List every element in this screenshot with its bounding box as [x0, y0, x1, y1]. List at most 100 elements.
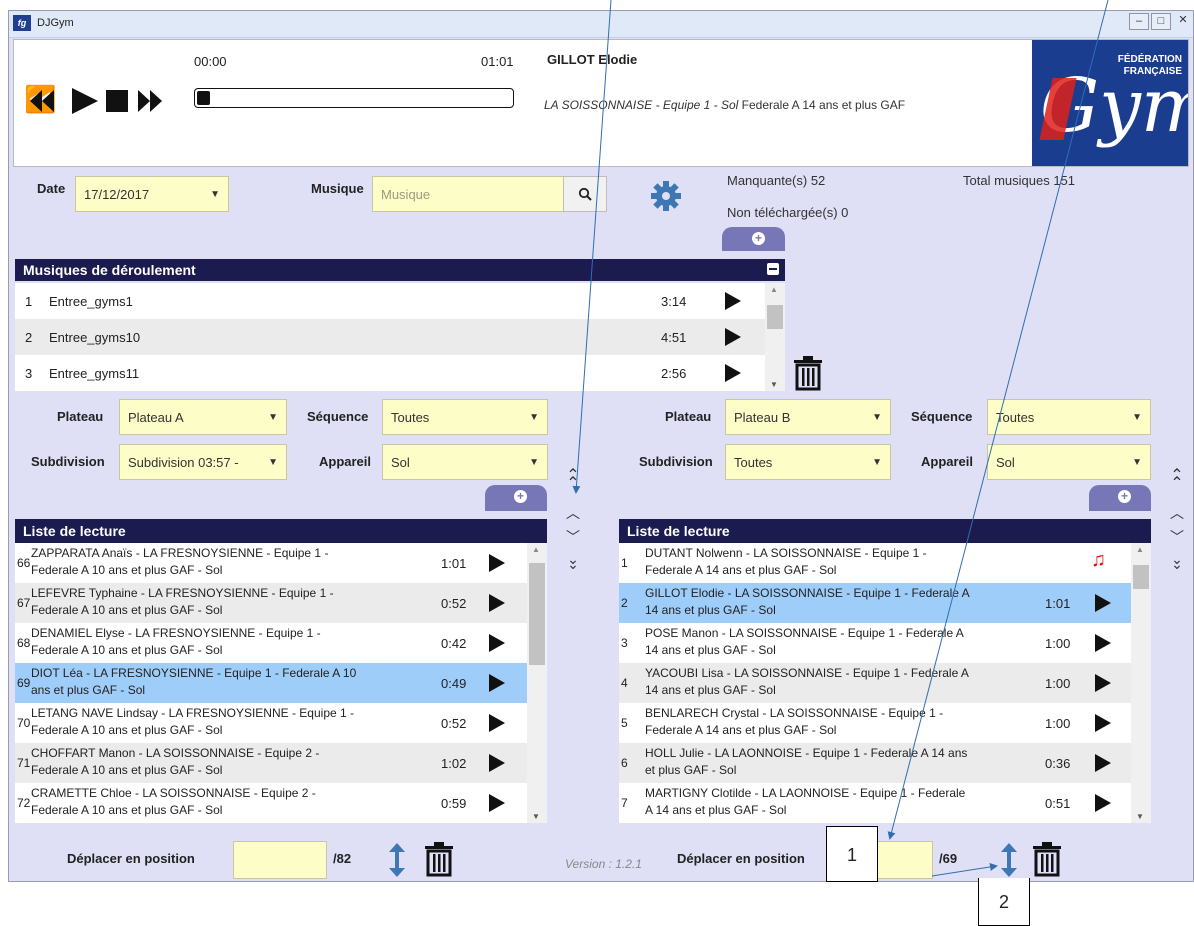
- playlist-row[interactable]: 2 GILLOT Elodie - LA SOISSONNAISE - Equip…: [619, 583, 1131, 623]
- right-add-tab[interactable]: +: [1089, 485, 1151, 511]
- playlist-row[interactable]: 3 POSE Manon - LA SOISSONNAISE - Equipe 1…: [619, 623, 1131, 663]
- maximize-button[interactable]: □: [1151, 13, 1171, 30]
- deroulement-row[interactable]: 1 Entree_gyms1 3:14: [15, 283, 765, 319]
- play-icon[interactable]: [1095, 594, 1111, 612]
- playlist-row[interactable]: 69 DIOT Léa - LA FRESNOYSIENNE - Equipe 1…: [15, 663, 527, 703]
- add-deroulement-tab[interactable]: +: [722, 227, 785, 251]
- move-top-icon[interactable]: ⌃ ⌃: [563, 465, 583, 505]
- deroulement-row[interactable]: 2 Entree_gyms10 4:51: [15, 319, 765, 355]
- play-icon[interactable]: [1095, 794, 1111, 812]
- right-sequence-select[interactable]: Toutes ▼: [987, 399, 1151, 435]
- playlist-row[interactable]: 4 YACOUBI Lisa - LA SOISSONNAISE - Equipe…: [619, 663, 1131, 703]
- close-button[interactable]: ✕: [1173, 13, 1193, 30]
- move-bottom-icon[interactable]: ⌄ ⌄: [563, 551, 583, 585]
- playlist-row[interactable]: 6 HOLL Julie - LA LAONNOISE - Equipe 1 - …: [619, 743, 1131, 783]
- play-icon[interactable]: [725, 292, 741, 310]
- play-icon[interactable]: [489, 674, 505, 692]
- scroll-up-icon[interactable]: ▲: [770, 285, 778, 294]
- left-trash-icon[interactable]: [423, 841, 455, 877]
- right-trash-icon[interactable]: [1031, 841, 1063, 877]
- date-select[interactable]: 17/12/2017 ▼: [75, 176, 229, 212]
- playlist-row[interactable]: 70 LETANG NAVE Lindsay - LA FRESNOYSIENNE…: [15, 703, 527, 743]
- left-subdivision-select[interactable]: Subdivision 03:57 - ▼: [119, 444, 287, 480]
- row-subtitle: ans et plus GAF - Sol: [31, 683, 146, 697]
- play-icon[interactable]: [725, 328, 741, 346]
- right-scrollbar[interactable]: ▲ ▼: [1131, 543, 1151, 823]
- scroll-down-icon[interactable]: ▼: [770, 380, 778, 389]
- row-duration: 0:49: [441, 676, 467, 691]
- play-icon[interactable]: [489, 554, 505, 572]
- trash-icon[interactable]: [792, 355, 824, 391]
- gear-icon[interactable]: [649, 179, 683, 213]
- left-position-input[interactable]: [233, 841, 327, 879]
- play-icon[interactable]: [1095, 754, 1111, 772]
- deroulement-row[interactable]: 3 Entree_gyms11 2:56: [15, 355, 765, 391]
- right-move-top-icon[interactable]: ⌃ ⌃: [1167, 465, 1187, 505]
- row-number: 67: [17, 596, 31, 610]
- play-icon[interactable]: [489, 634, 505, 652]
- row-duration: 0:36: [1045, 756, 1071, 771]
- left-scrollbar[interactable]: ▲ ▼: [527, 543, 547, 823]
- collapse-icon[interactable]: [767, 263, 779, 275]
- playlist-row[interactable]: 5 BENLARECH Crystal - LA SOISSONNAISE - E…: [619, 703, 1131, 743]
- scroll-thumb[interactable]: [1133, 565, 1149, 589]
- music-search-input[interactable]: Musique: [372, 176, 564, 212]
- scroll-down-icon[interactable]: ▼: [1136, 812, 1144, 821]
- minimize-button[interactable]: –: [1129, 13, 1149, 30]
- play-icon[interactable]: [1095, 674, 1111, 692]
- scroll-up-icon[interactable]: ▲: [532, 545, 540, 554]
- left-move-vertical-icon[interactable]: [389, 843, 405, 877]
- play-icon[interactable]: [489, 594, 505, 612]
- chevron-down-icon: ▼: [268, 456, 278, 468]
- missing-count: Manquante(s) 52: [727, 173, 826, 188]
- play-icon[interactable]: [1095, 634, 1111, 652]
- right-move-vertical-icon[interactable]: [1001, 843, 1017, 877]
- play-icon[interactable]: [1095, 714, 1111, 732]
- scroll-up-icon[interactable]: ▲: [1136, 545, 1144, 554]
- progress-bar[interactable]: [194, 88, 514, 108]
- scroll-down-icon[interactable]: ▼: [532, 812, 540, 821]
- right-move-up-icon[interactable]: ︿: [1167, 503, 1187, 523]
- play-icon[interactable]: [489, 714, 505, 732]
- playlist-row[interactable]: 68 DENAMIEL Elyse - LA FRESNOYSIENNE - Eq…: [15, 623, 527, 663]
- row-subtitle: Federale A 10 ans et plus GAF - Sol: [31, 723, 223, 737]
- music-note-icon: ♫: [1091, 549, 1106, 571]
- row-title: GILLOT Elodie - LA SOISSONNAISE - Equipe…: [645, 586, 970, 600]
- row-title: ZAPPARATA Anaïs - LA FRESNOYSIENNE - Equ…: [31, 546, 329, 560]
- audio-player: 00:00 01:01 ⏪ GILLOT Elodie LA SOISSONNA…: [13, 39, 1189, 167]
- deroulement-scrollbar[interactable]: ▲ ▼: [765, 283, 785, 391]
- right-subdivision-label: Subdivision: [639, 454, 713, 469]
- date-value: 17/12/2017: [84, 186, 150, 202]
- left-appareil-select[interactable]: Sol ▼: [382, 444, 548, 480]
- stop-icon: [106, 90, 128, 112]
- current-detail-rest: Federale A 14 ans et plus GAF: [738, 98, 906, 112]
- chevron-down-icon: ▼: [872, 456, 882, 468]
- right-subdivision-select[interactable]: Toutes ▼: [725, 444, 891, 480]
- playlist-row[interactable]: 71 CHOFFART Manon - LA SOISSONNAISE - Equ…: [15, 743, 527, 783]
- left-sequence-select[interactable]: Toutes ▼: [382, 399, 548, 435]
- scroll-thumb[interactable]: [767, 305, 783, 329]
- scroll-thumb[interactable]: [529, 563, 545, 665]
- playlist-row[interactable]: 72 CRAMETTE Chloe - LA SOISSONNAISE - Equ…: [15, 783, 527, 823]
- search-button[interactable]: [563, 176, 607, 212]
- playlist-row[interactable]: 7 MARTIGNY Clotilde - LA LAONNOISE - Equi…: [619, 783, 1131, 823]
- right-plateau-select[interactable]: Plateau B ▼: [725, 399, 891, 435]
- progress-fill: [197, 91, 210, 105]
- right-move-bottom-icon[interactable]: ⌄ ⌄: [1167, 551, 1187, 585]
- play-icon[interactable]: [489, 794, 505, 812]
- right-move-down-icon[interactable]: ﹀: [1167, 527, 1187, 547]
- play-icon[interactable]: [725, 364, 741, 382]
- playlist-row[interactable]: 66 ZAPPARATA Anaïs - LA FRESNOYSIENNE - E…: [15, 543, 527, 583]
- move-down-icon[interactable]: ﹀: [563, 527, 583, 547]
- playlist-row[interactable]: 67 LEFEVRE Typhaine - LA FRESNOYSIENNE - …: [15, 583, 527, 623]
- play-icon[interactable]: [489, 754, 505, 772]
- row-number: 68: [17, 636, 31, 650]
- right-list-title: Liste de lecture: [627, 523, 730, 539]
- left-plateau-select[interactable]: Plateau A ▼: [119, 399, 287, 435]
- right-appareil-select[interactable]: Sol ▼: [987, 444, 1151, 480]
- playlist-row[interactable]: 1 DUTANT Nolwenn - LA SOISSONNAISE - Equi…: [619, 543, 1131, 583]
- row-subtitle: A 14 ans et plus GAF - Sol: [645, 803, 787, 817]
- move-up-icon[interactable]: ︿: [563, 503, 583, 523]
- row-number: 6: [621, 756, 628, 770]
- left-add-tab[interactable]: +: [485, 485, 547, 511]
